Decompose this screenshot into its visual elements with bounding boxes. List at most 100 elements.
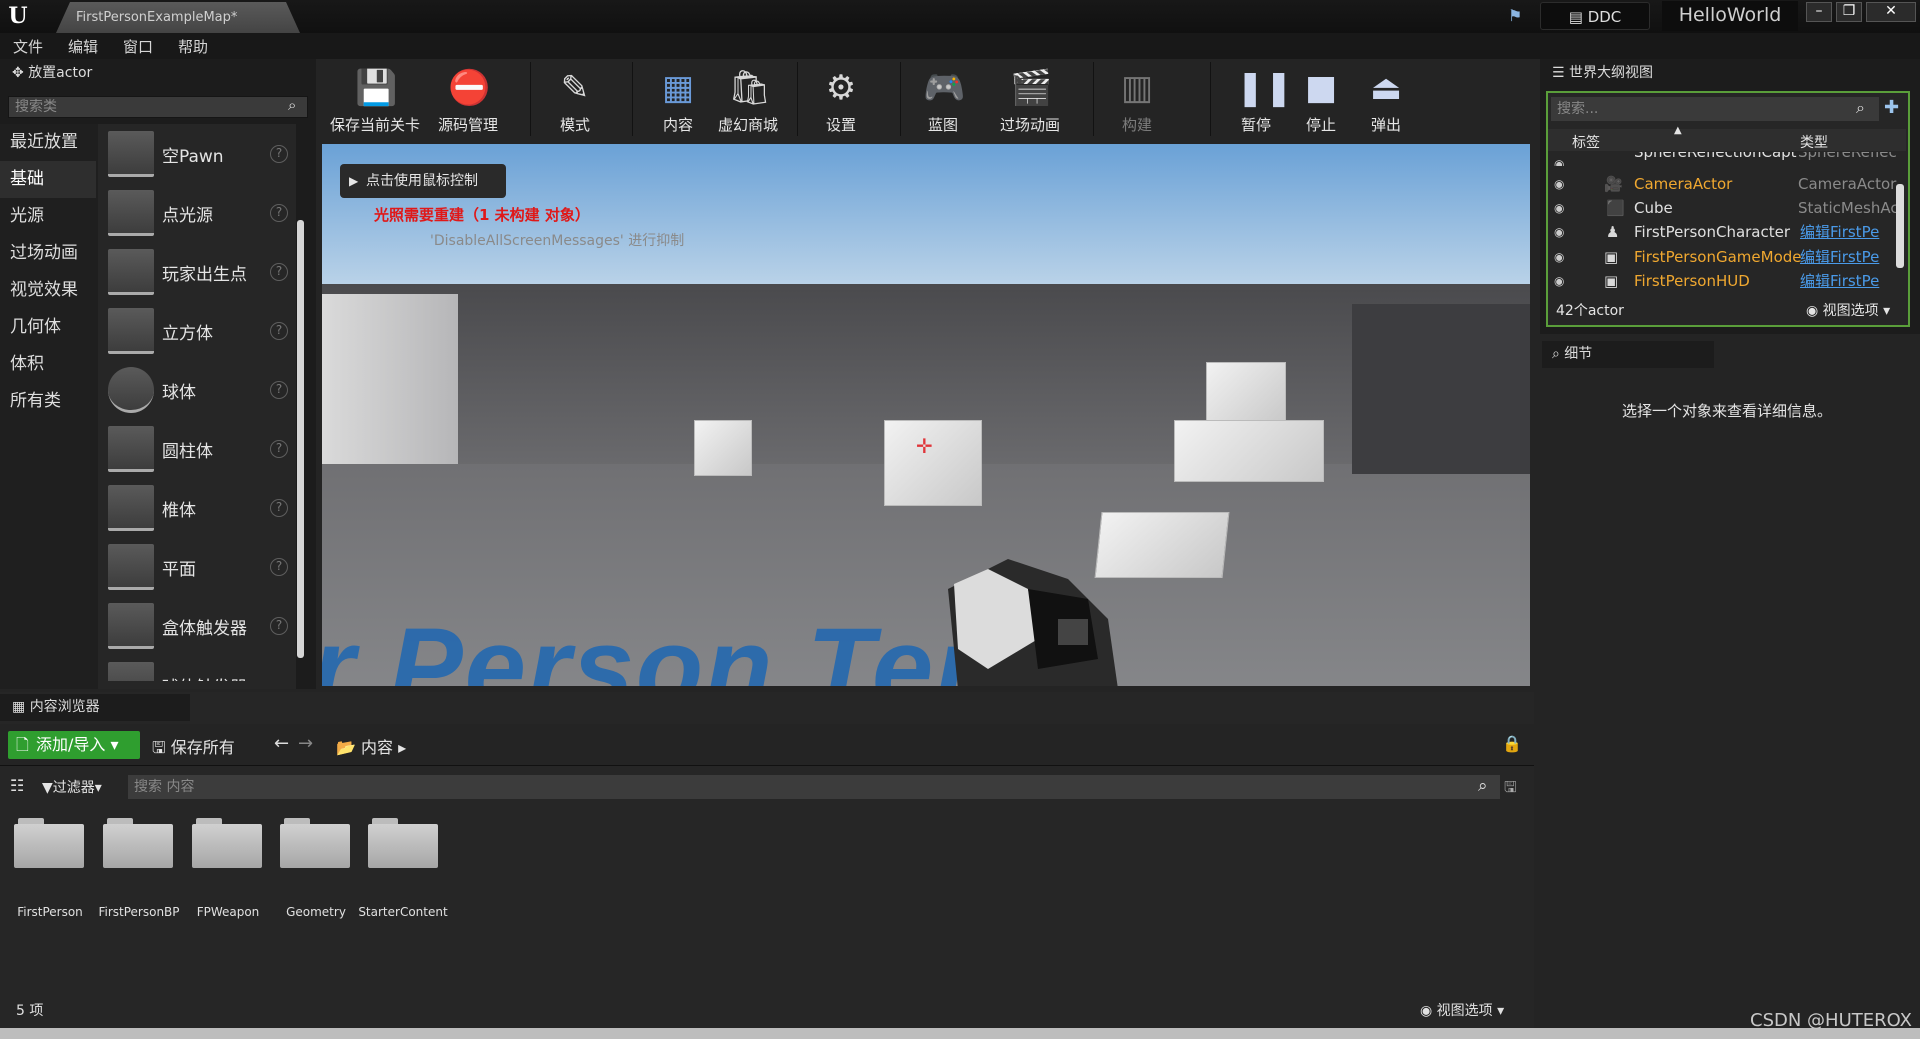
save-search-icon[interactable]: 🖫: [1504, 777, 1517, 802]
forward-arrow-icon[interactable]: →: [298, 733, 313, 754]
level-viewport[interactable]: r Person Tem ▶ 点击使用鼠标控制 光照需要重建（1 未构建 对象） …: [322, 144, 1530, 686]
help-icon[interactable]: ?: [270, 558, 288, 576]
actor-item-cylinder[interactable]: 圆柱体?: [104, 423, 294, 477]
build-button[interactable]: ▥ 构建: [1104, 62, 1170, 138]
actor-item-sphere[interactable]: 球体?: [104, 364, 294, 418]
outliner-search-input[interactable]: 搜索...: [1551, 97, 1879, 121]
mouse-control-hint[interactable]: ▶ 点击使用鼠标控制: [340, 164, 506, 198]
place-search-input[interactable]: 搜索类: [8, 96, 308, 118]
feedback-icon[interactable]: ⚑: [1508, 6, 1530, 26]
search-icon[interactable]: ⌕: [1856, 98, 1865, 118]
actor-item-plane[interactable]: 平面?: [104, 541, 294, 595]
breadcrumb[interactable]: 📂 内容 ▸: [336, 734, 406, 758]
maximize-button[interactable]: ❐: [1836, 2, 1862, 22]
eject-button[interactable]: ⏏ 弹出: [1355, 62, 1417, 138]
category-geometry[interactable]: 几何体: [0, 309, 96, 346]
help-icon[interactable]: ?: [270, 204, 288, 222]
filters-button[interactable]: ▼过滤器▾: [42, 777, 102, 797]
category-cinematic[interactable]: 过场动画: [0, 235, 96, 272]
folder-icon[interactable]: [103, 818, 175, 868]
actor-item-cube[interactable]: 立方体?: [104, 305, 294, 359]
help-icon[interactable]: ?: [270, 322, 288, 340]
actor-item-sphere-trigger[interactable]: 球体触发器: [104, 659, 294, 681]
menu-help[interactable]: 帮助: [178, 36, 208, 57]
outliner-row[interactable]: ◉ ▣ FirstPersonHUD 编辑FirstPe: [1548, 269, 1906, 293]
modes-button[interactable]: ✎ 模式: [540, 62, 610, 138]
search-icon[interactable]: ⌕: [288, 96, 296, 114]
help-icon[interactable]: ?: [270, 145, 288, 163]
add-folder-icon[interactable]: ✚: [1884, 97, 1899, 118]
stop-button[interactable]: ■ 停止: [1290, 62, 1352, 138]
column-type[interactable]: 类型: [1800, 132, 1828, 152]
actor-item-empty-pawn[interactable]: 空Pawn?: [104, 128, 294, 182]
column-label[interactable]: 标签: [1572, 132, 1600, 152]
folder-icon[interactable]: [280, 818, 352, 868]
outliner-scrollbar[interactable]: [1896, 184, 1904, 268]
edit-blueprint-link[interactable]: 编辑FirstPe: [1800, 220, 1879, 244]
help-icon[interactable]: ?: [270, 617, 288, 635]
marketplace-button[interactable]: 🛍 虚幻商城: [712, 62, 784, 138]
visibility-eye-icon[interactable]: ◉: [1554, 220, 1564, 244]
actor-item-cone[interactable]: 椎体?: [104, 482, 294, 536]
folder-icon[interactable]: [368, 818, 440, 868]
world-outliner-tab[interactable]: ☰ 世界大纲视图: [1542, 60, 1714, 87]
category-volumes[interactable]: 体积: [0, 346, 96, 383]
minimize-button[interactable]: –: [1806, 2, 1832, 22]
search-icon[interactable]: ⌕: [1478, 776, 1488, 796]
save-all-button[interactable]: 🖫 保存所有: [152, 734, 235, 764]
ddc-button[interactable]: ▤ DDC: [1540, 2, 1650, 30]
view-options-button[interactable]: ◉ 视图选项 ▾: [1806, 297, 1890, 325]
cinematics-button[interactable]: 🎬 过场动画: [990, 62, 1070, 138]
visibility-eye-icon[interactable]: ◉: [1554, 269, 1564, 293]
visibility-eye-icon[interactable]: ◉: [1554, 245, 1564, 269]
category-recent[interactable]: 最近放置: [0, 124, 96, 161]
menu-window[interactable]: 窗口: [123, 36, 153, 57]
visibility-eye-icon[interactable]: ◉: [1554, 196, 1564, 220]
folder-icon[interactable]: [192, 818, 264, 868]
actor-item-player-start[interactable]: 玩家出生点?: [104, 246, 294, 300]
folder-label[interactable]: Geometry: [271, 905, 361, 919]
content-browser-tab[interactable]: ▦ 内容浏览器: [0, 694, 190, 721]
outliner-row[interactable]: ◉ 🎥 CameraActor CameraActor: [1548, 172, 1906, 196]
edit-blueprint-link[interactable]: 编辑FirstPe: [1800, 245, 1879, 269]
edit-blueprint-link[interactable]: 编辑FirstPe: [1800, 269, 1879, 293]
level-document-tab[interactable]: FirstPersonExampleMap*: [56, 2, 300, 33]
outliner-row[interactable]: ◉ ▣ FirstPersonGameMode 编辑FirstPe: [1548, 245, 1906, 269]
folder-icon[interactable]: [14, 818, 86, 868]
menu-file[interactable]: 文件: [13, 36, 43, 57]
outliner-row[interactable]: ◉ ♟ FirstPersonCharacter 编辑FirstPe: [1548, 220, 1906, 244]
outliner-row[interactable]: ◉ SphereReflectionCapt SphereReflec: [1548, 152, 1906, 166]
help-icon[interactable]: ?: [270, 440, 288, 458]
category-all-classes[interactable]: 所有类: [0, 383, 96, 420]
help-icon[interactable]: ?: [270, 263, 288, 281]
category-lights[interactable]: 光源: [0, 198, 96, 235]
unreal-logo-icon[interactable]: U: [4, 2, 32, 30]
close-button[interactable]: ✕: [1866, 2, 1916, 22]
source-control-button[interactable]: ⛔ 源码管理: [430, 62, 506, 138]
visibility-eye-icon[interactable]: ◉: [1554, 152, 1564, 166]
add-import-button[interactable]: 🗋 添加/导入 ▾: [8, 731, 140, 759]
pause-button[interactable]: ❚❚ 暂停: [1225, 62, 1293, 138]
view-options-button[interactable]: ◉ 视图选项 ▾: [1420, 1000, 1504, 1020]
actor-item-point-light[interactable]: 点光源?: [104, 187, 294, 241]
details-tab[interactable]: ⌕ 细节: [1542, 341, 1714, 368]
blueprints-button[interactable]: 🎮 蓝图: [910, 62, 976, 138]
folder-label[interactable]: FPWeapon: [183, 905, 273, 919]
help-icon[interactable]: ?: [270, 381, 288, 399]
menu-edit[interactable]: 编辑: [68, 36, 98, 57]
help-icon[interactable]: ?: [270, 499, 288, 517]
folder-label[interactable]: FirstPersonBP: [94, 905, 184, 919]
lock-icon[interactable]: 🔒: [1502, 734, 1522, 753]
category-basic[interactable]: 基础: [0, 161, 96, 198]
content-search-input[interactable]: 搜索 内容: [128, 775, 1500, 799]
sources-panel-icon[interactable]: ☷: [10, 776, 24, 795]
settings-button[interactable]: ⚙ 设置: [808, 62, 874, 138]
place-actors-tab[interactable]: ✥ 放置actor: [0, 60, 190, 87]
category-visual-effects[interactable]: 视觉效果: [0, 272, 96, 309]
folder-label[interactable]: FirstPerson: [5, 905, 95, 919]
actor-list-scrollbar[interactable]: [297, 220, 304, 658]
outliner-row[interactable]: ◉ ⬛ Cube StaticMeshAc: [1548, 196, 1906, 220]
visibility-eye-icon[interactable]: ◉: [1554, 172, 1564, 196]
back-arrow-icon[interactable]: ←: [274, 733, 289, 754]
content-button[interactable]: ▦ 内容: [645, 62, 711, 138]
